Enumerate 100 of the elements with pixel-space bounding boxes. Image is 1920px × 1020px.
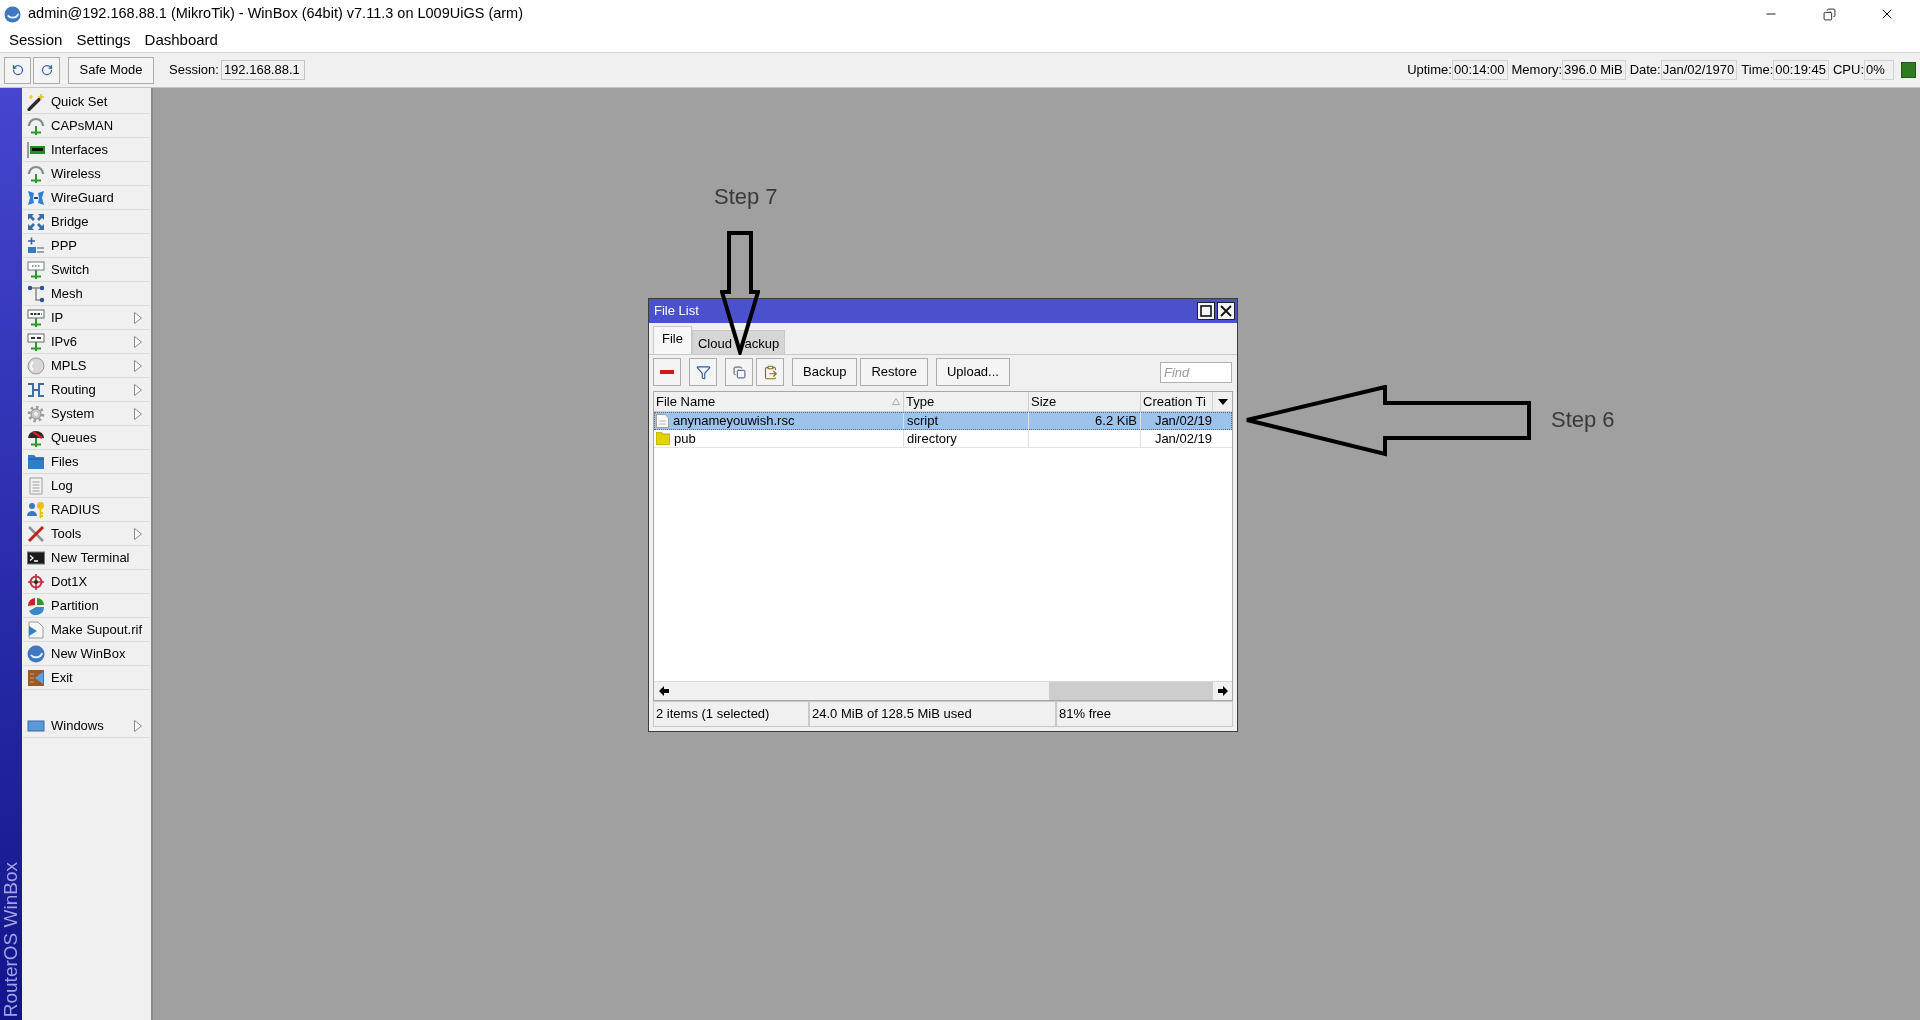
table-cell: directory — [904, 430, 1029, 447]
status-label: Date: — [1629, 61, 1661, 80]
sidebar-item[interactable]: Partition — [23, 594, 150, 618]
arrows-icon — [27, 212, 45, 231]
sidebar-item[interactable]: Wireless — [23, 162, 150, 186]
column-header[interactable]: File Name — [654, 392, 904, 411]
monitor-icon — [27, 332, 45, 351]
sidebar-item[interactable]: Quick Set — [23, 90, 150, 114]
sidebar-item[interactable]: Log — [23, 474, 150, 498]
step-label: Step 7 — [714, 184, 778, 210]
sidebar-item[interactable]: MPLS — [23, 354, 150, 378]
scrollbar-thumb[interactable] — [1049, 682, 1213, 700]
network-card-icon — [27, 140, 45, 159]
find-field[interactable]: Find — [1160, 361, 1232, 383]
status-field: Jan/02/1970 — [1660, 60, 1738, 80]
folder-icon — [27, 452, 45, 471]
status-label: Time: — [1741, 61, 1774, 80]
toolbar-button[interactable]: Backup — [792, 358, 858, 386]
bracket-lines-icon — [27, 380, 45, 399]
tab[interactable]: Cloud ackup — [691, 330, 786, 354]
status-text: 81% free — [1056, 701, 1233, 727]
status-label: Memory: — [1511, 61, 1563, 80]
session-field[interactable]: 192.168.88.1 — [220, 60, 305, 80]
sidebar-item[interactable]: WireGuard — [23, 186, 150, 210]
logo-icon — [27, 644, 45, 663]
table-cell-text: anynameyouwish.rsc — [673, 412, 795, 431]
sidebar-item[interactable]: Exit — [23, 666, 150, 690]
paste-button[interactable] — [756, 358, 784, 386]
sidebar-item[interactable]: RADIUS — [23, 498, 150, 522]
sidebar-item[interactable]: Dot1X — [23, 570, 150, 594]
copy-button[interactable] — [725, 358, 753, 386]
undo-button[interactable] — [4, 56, 31, 84]
pie-chart-icon — [27, 596, 45, 615]
user-key-icon — [27, 500, 45, 519]
cross-icon — [27, 524, 45, 543]
table-cell: Jan/02/19 — [1154, 430, 1212, 447]
sidebar-item[interactable]: Make Supout.rif — [23, 618, 150, 642]
arrow-left-icon — [658, 686, 669, 696]
nodes-icon — [27, 284, 45, 303]
terminal-icon — [27, 548, 45, 567]
sidebar-item[interactable]: New WinBox — [23, 642, 150, 666]
table-cell-text: pub — [674, 429, 696, 448]
sidebar-item[interactable]: New Terminal — [23, 546, 150, 570]
status-text: 2 items (1 selected) — [653, 701, 809, 727]
umbrella-icon — [27, 428, 45, 447]
redo-button[interactable] — [33, 56, 60, 84]
door-icon — [27, 668, 45, 687]
sidebar-item[interactable]: Mesh — [23, 282, 150, 306]
table-cell: 6.2 KiB — [1095, 412, 1137, 430]
horizontal-scrollbar[interactable] — [654, 681, 1232, 700]
status-label: Uptime: — [1407, 61, 1452, 80]
sidebar-item[interactable]: PPP — [23, 234, 150, 258]
gear-icon — [27, 404, 45, 423]
copy-icon — [732, 365, 746, 379]
sidebar-item[interactable]: CAPsMAN — [23, 114, 150, 138]
brand-label: RouterOS WinBox — [1, 861, 21, 1017]
sidebar-item[interactable]: Queues — [23, 426, 150, 450]
column-header[interactable]: Size — [1029, 392, 1141, 411]
sort-icon — [892, 398, 900, 405]
logo-icon — [4, 5, 21, 23]
status-text: 24.0 MiB of 128.5 MiB used — [809, 701, 1056, 727]
sidebar-item[interactable]: Windows — [23, 714, 150, 738]
close-button[interactable] — [1217, 302, 1235, 320]
window-title: admin@192.168.88.1 (MikroTik) - WinBox (64bit) v7.11.3 on L009UiGS (arm) — [28, 4, 524, 24]
wand-icon — [27, 92, 45, 111]
sidebar-item[interactable]: Switch — [23, 258, 150, 282]
column-header[interactable]: Type — [904, 392, 1029, 411]
sidebar-item[interactable]: Routing — [23, 378, 150, 402]
maximize-button[interactable] — [1197, 302, 1215, 320]
remove-button[interactable] — [653, 358, 681, 386]
sidebar-item[interactable]: IPv6 — [23, 330, 150, 354]
folder-icon — [656, 432, 670, 445]
sidebar-item[interactable]: IP — [23, 306, 150, 330]
toolbar-button[interactable]: Restore — [860, 358, 928, 386]
sidebar-item[interactable]: System — [23, 402, 150, 426]
table-cell: Jan/02/19 — [1154, 412, 1212, 430]
paste-icon — [762, 364, 778, 380]
menu-item[interactable]: Dashboard — [137, 29, 225, 51]
column-header[interactable]: Creation Ti — [1141, 392, 1213, 411]
sidebar-item[interactable]: Bridge — [23, 210, 150, 234]
menu-item[interactable]: Settings — [69, 29, 138, 51]
status-field: 0% — [1864, 60, 1894, 80]
close-icon — [1220, 305, 1232, 317]
toolbar-button[interactable]: Upload... — [935, 358, 1010, 386]
safe-mode-button[interactable]: Safe Mode — [68, 56, 154, 84]
status-field: 00:14:00 — [1451, 60, 1508, 80]
sidebar-item[interactable]: Files — [23, 450, 150, 474]
tab[interactable]: File — [653, 326, 692, 354]
sidebar-item[interactable]: Tools — [23, 522, 150, 546]
undo-icon — [11, 64, 24, 76]
redo-icon — [40, 64, 53, 76]
menu-item[interactable]: Session — [2, 29, 70, 51]
status-field: 00:19:45 — [1773, 60, 1829, 80]
table-row[interactable]: pub directory Jan/02/19 — [654, 430, 1232, 448]
antenna-icon — [27, 116, 45, 135]
table-row[interactable]: anynameyouwish.rsc script 6.2 KiB Jan/02/19 — [654, 412, 1232, 430]
filter-icon — [695, 364, 711, 380]
filter-button[interactable] — [689, 358, 717, 386]
indicator-icon — [1901, 62, 1916, 78]
sidebar-item[interactable]: Interfaces — [23, 138, 150, 162]
